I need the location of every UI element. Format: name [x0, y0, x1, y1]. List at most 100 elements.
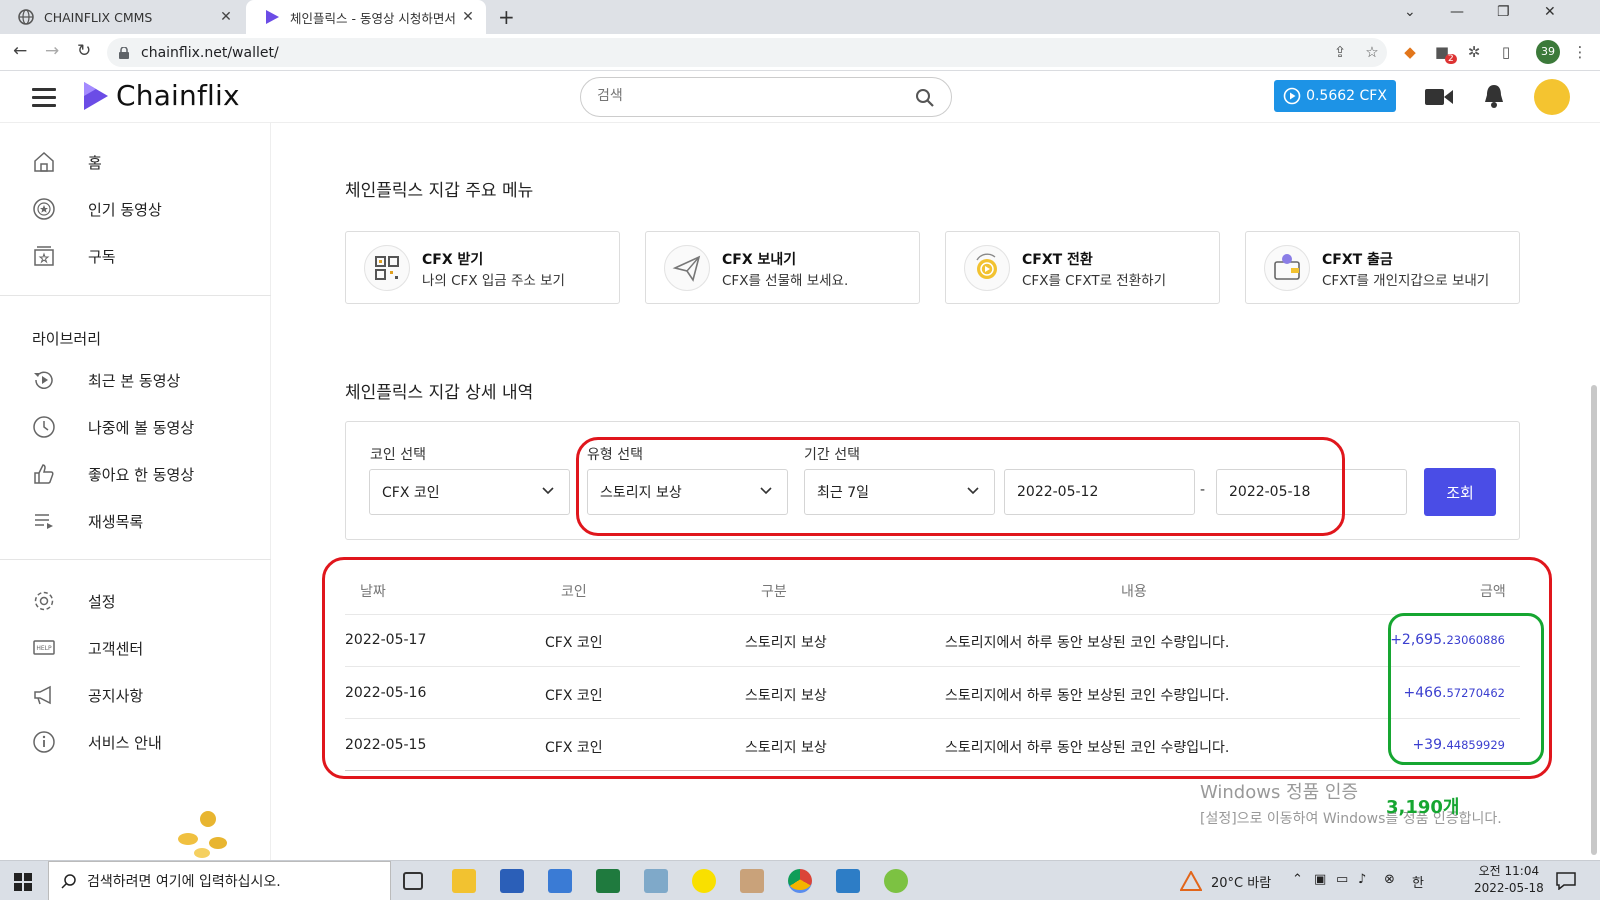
chrome-icon[interactable]: [788, 869, 812, 893]
minimize-button[interactable]: —: [1450, 4, 1464, 20]
app-icon[interactable]: [644, 869, 668, 893]
windows-start-icon[interactable]: [14, 873, 32, 891]
kakaotalk-icon[interactable]: [692, 869, 716, 893]
popular-icon: [33, 198, 55, 220]
balance-text: 0.5662 CFX: [1306, 88, 1387, 104]
sidebar-divider: [0, 559, 271, 560]
app-icon[interactable]: [548, 869, 572, 893]
sidebar-item-subscribe[interactable]: 구독: [32, 241, 116, 271]
excel-icon[interactable]: [596, 869, 620, 893]
bell-icon[interactable]: [1483, 83, 1505, 109]
tab-title: 체인플릭스 - 동영상 시청하면서: [290, 10, 456, 26]
tray-chevron-up-icon[interactable]: ⌃: [1292, 872, 1303, 887]
qr-code-icon: [364, 245, 410, 291]
reload-button[interactable]: ↻: [77, 41, 91, 61]
sidebar-item-label: 인기 동영상: [88, 200, 162, 219]
tab-search-icon[interactable]: ⌄: [1404, 4, 1416, 20]
lock-icon: [119, 46, 129, 59]
sidebar-item-watch-later[interactable]: 나중에 볼 동영상: [32, 412, 194, 442]
sidebar-item-help[interactable]: HELP 고객센터: [32, 633, 143, 663]
metamask-extension-icon[interactable]: ◆: [1400, 42, 1420, 62]
sidebar-item-popular[interactable]: 인기 동영상: [32, 194, 162, 224]
card-cfx-send[interactable]: CFX 보내기 CFX를 선물해 보세요.: [645, 231, 920, 304]
coin-select-value: CFX 코인: [382, 485, 440, 501]
sidebar-item-service-info[interactable]: 서비스 안내: [32, 727, 162, 757]
photos-icon[interactable]: [836, 869, 860, 893]
app-icon[interactable]: [884, 869, 908, 893]
extension-badge-count: 2: [1445, 54, 1457, 64]
taskbar-clock[interactable]: 오전 11:04 2022-05-18: [1474, 863, 1544, 897]
library-title: 라이브러리: [32, 330, 102, 348]
address-bar[interactable]: chainflix.net/wallet/: [107, 38, 1387, 67]
bookmark-star-icon[interactable]: ☆: [1362, 42, 1382, 62]
notification-center-icon[interactable]: [1556, 872, 1576, 890]
coin-select-label: 코인 선택: [370, 447, 426, 463]
card-cfxt-withdraw[interactable]: CFXT 출금 CFXT를 개인지갑으로 보내기: [1245, 231, 1520, 304]
cfx-balance-button[interactable]: 0.5662 CFX: [1274, 80, 1396, 112]
browser-tab-bar: CHAINFLIX CMMS ✕ 체인플릭스 - 동영상 시청하면서 ✕ + ⌄…: [0, 0, 1600, 34]
weather-icon: [1180, 871, 1202, 891]
clock-time: 오전 11:04: [1478, 864, 1540, 878]
puzzle-extensions-icon[interactable]: ✲: [1464, 42, 1484, 62]
history-icon: [34, 371, 53, 389]
taskbar-search-placeholder: 검색하려면 여기에 입력하십시오.: [87, 874, 281, 890]
forward-button[interactable]: →: [45, 41, 59, 61]
search-input[interactable]: [597, 88, 897, 104]
card-title: CFX 받기: [422, 252, 484, 268]
volume-icon[interactable]: ♪: [1358, 872, 1366, 887]
side-panel-icon[interactable]: ▯: [1496, 42, 1516, 62]
sidebar-item-notice[interactable]: 공지사항: [32, 680, 143, 710]
tray-meet-icon[interactable]: ▣: [1314, 872, 1326, 887]
page-scrollbar[interactable]: [1591, 385, 1597, 855]
table-highlight-box: [322, 557, 1552, 779]
new-tab-button[interactable]: +: [498, 5, 515, 29]
hamburger-menu-icon[interactable]: [32, 88, 56, 107]
user-avatar[interactable]: [1534, 79, 1570, 115]
browser-menu-icon[interactable]: ⋮: [1570, 42, 1590, 62]
card-title: CFXT 전환: [1022, 252, 1093, 268]
chainflix-logo[interactable]: Chainflix: [82, 79, 240, 112]
video-camera-icon[interactable]: [1425, 87, 1453, 107]
browser-tab-cmms[interactable]: CHAINFLIX CMMS ✕: [0, 0, 244, 34]
ime-indicator[interactable]: 한: [1412, 872, 1424, 891]
word-icon[interactable]: [500, 869, 524, 893]
wallet-menu-title: 체인플릭스 지갑 주요 메뉴: [345, 181, 534, 201]
url-text: chainflix.net/wallet/: [141, 44, 279, 61]
task-view-icon[interactable]: [403, 872, 423, 890]
search-submit-button[interactable]: 조회: [1424, 468, 1496, 516]
paint-icon[interactable]: [740, 869, 764, 893]
clock-icon: [33, 416, 55, 438]
sidebar-item-settings[interactable]: 설정: [32, 586, 116, 616]
network-icon[interactable]: ▭: [1336, 872, 1348, 887]
tab-title: CHAINFLIX CMMS: [44, 9, 153, 25]
weather-text[interactable]: 20°C 바람: [1211, 872, 1271, 891]
search-icon[interactable]: [915, 88, 935, 108]
sidebar-item-playlist[interactable]: 재생목록: [32, 506, 143, 536]
sidebar-item-liked[interactable]: 좋아요 한 동영상: [32, 459, 194, 489]
sidebar-item-label: 홈: [88, 153, 102, 172]
browser-toolbar: ← → ↻ chainflix.net/wallet/ ⇪ ☆ ◆ ■ 2 ✲ …: [0, 34, 1600, 71]
taskbar-search[interactable]: 검색하려면 여기에 입력하십시오.: [48, 861, 391, 900]
sidebar-item-label: 설정: [88, 592, 116, 611]
file-explorer-icon[interactable]: [452, 869, 476, 893]
amount-highlight-box: [1388, 613, 1544, 765]
sidebar-item-history[interactable]: 최근 본 동영상: [32, 365, 180, 395]
back-button[interactable]: ←: [13, 41, 27, 61]
profile-avatar[interactable]: 39: [1536, 40, 1560, 64]
sidebar-item-home[interactable]: 홈: [32, 147, 102, 177]
card-cfxt-convert[interactable]: CFXT 전환 CFX를 CFXT로 전환하기: [945, 231, 1220, 304]
coin-select[interactable]: CFX 코인: [369, 469, 570, 515]
card-cfx-receive[interactable]: CFX 받기 나의 CFX 입금 주소 보기: [345, 231, 620, 304]
close-icon[interactable]: ✕: [460, 9, 476, 25]
window-close-button[interactable]: ✕: [1544, 4, 1556, 20]
tray-status-icon[interactable]: ⊗: [1384, 872, 1395, 887]
home-icon: [34, 151, 54, 172]
close-icon[interactable]: ✕: [218, 9, 234, 25]
info-icon: [33, 731, 55, 753]
browser-tab-chainflix[interactable]: 체인플릭스 - 동영상 시청하면서 ✕: [246, 0, 486, 34]
search-box[interactable]: [580, 77, 952, 117]
share-icon[interactable]: ⇪: [1330, 42, 1350, 62]
sidebar-item-label: 나중에 볼 동영상: [88, 418, 195, 437]
chevron-down-icon: [542, 487, 554, 495]
restore-button[interactable]: ❐: [1497, 4, 1510, 20]
